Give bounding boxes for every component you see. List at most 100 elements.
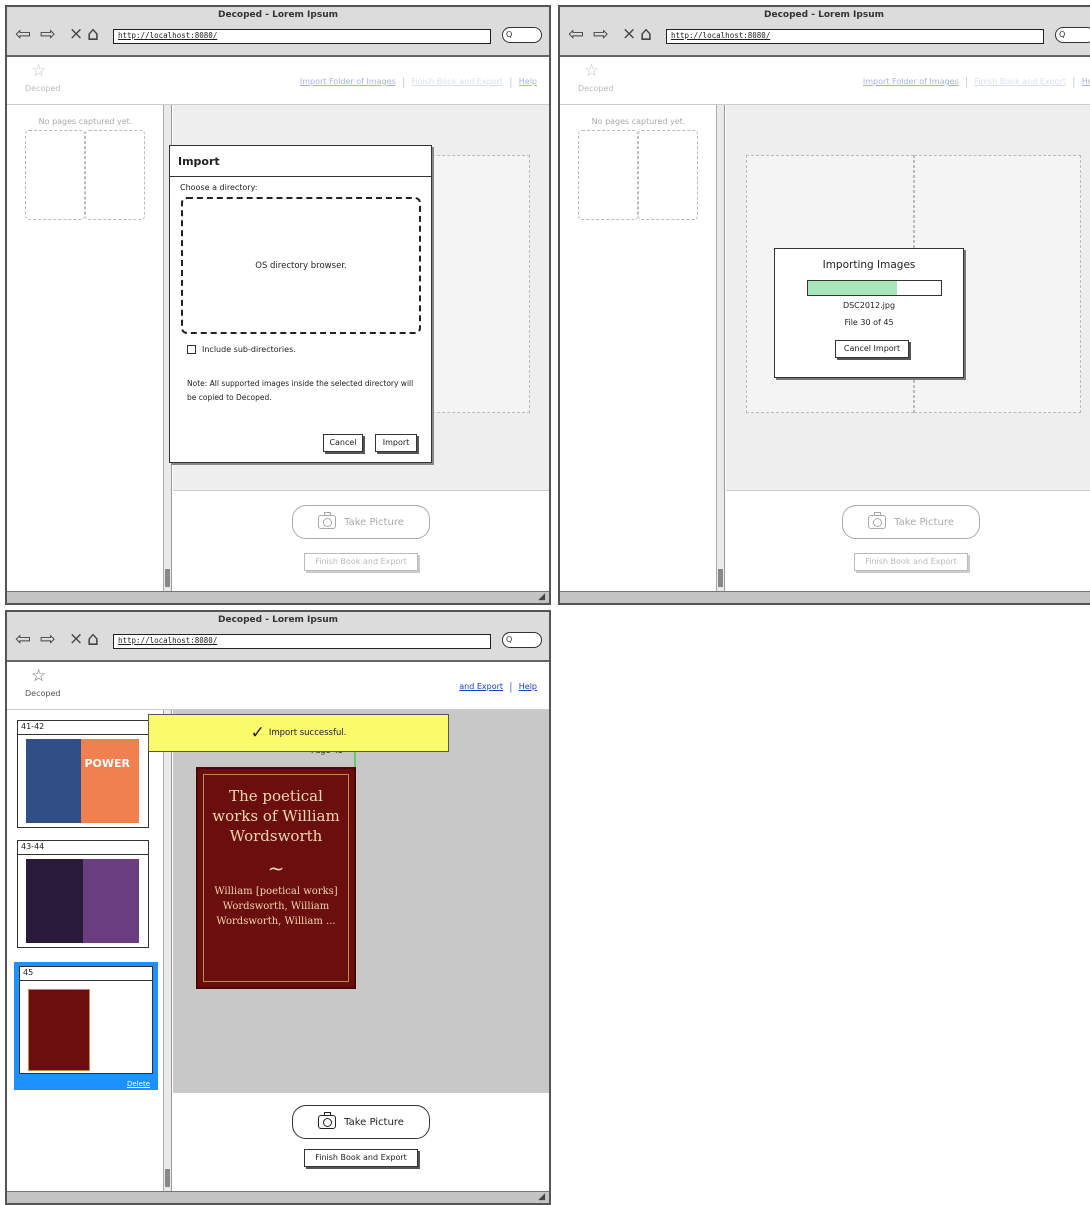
- search-box[interactable]: Q: [1055, 27, 1090, 43]
- page-sidebar: 41-42 POWER 43-44 45 Delete: [7, 710, 172, 1191]
- search-box[interactable]: Q: [502, 27, 542, 43]
- back-arrow-icon[interactable]: ⇦: [15, 24, 31, 44]
- empty-page-slot: [578, 130, 638, 220]
- search-box[interactable]: Q: [502, 632, 542, 648]
- thumbnail-card: 45: [19, 966, 153, 1074]
- browser-titlebar: Decoped - Lorem Ipsum ⇦ ⇨ × ⌂ http://loc…: [7, 612, 549, 662]
- stop-icon[interactable]: ×: [622, 24, 636, 44]
- import-note: Note: All supported images inside the se…: [187, 379, 414, 402]
- home-icon[interactable]: ⌂: [640, 24, 652, 44]
- finish-export-link[interactable]: Finish Book and Export: [411, 77, 503, 86]
- book-title: The poetical works of William Wordsworth: [212, 787, 340, 845]
- book-cover-image: [26, 859, 83, 943]
- import-folder-link[interactable]: Import Folder of Images: [300, 77, 396, 86]
- scrollbar-thumb[interactable]: [165, 569, 170, 587]
- file-count: File 30 of 45: [844, 318, 894, 327]
- cancel-import-button[interactable]: Cancel Import: [835, 340, 909, 358]
- capture-controls: Take Picture Finish Book and Export: [173, 1092, 549, 1191]
- directory-browser-placeholder: OS directory browser.: [255, 260, 347, 271]
- finish-export-link[interactable]: Finish Book and Export: [974, 77, 1066, 86]
- choose-directory-label: Choose a directory:: [180, 183, 258, 192]
- header-links: Import Folder of Images | Finish Book an…: [300, 75, 537, 88]
- capture-controls: Take Picture Finish Book and Export: [726, 490, 1090, 591]
- empty-page-slot: [25, 130, 85, 220]
- browser-window-progress: Decoped - Lorem Ipsum ⇦ ⇨ × ⌂ http://loc…: [558, 5, 1090, 605]
- url-bar[interactable]: http://localhost:8080/: [113, 29, 491, 44]
- include-subdirectories-option[interactable]: Include sub-directories.: [187, 345, 296, 354]
- home-icon[interactable]: ⌂: [87, 24, 99, 44]
- finish-book-button[interactable]: Finish Book and Export: [304, 1149, 418, 1167]
- resize-grip-icon[interactable]: ◢: [538, 1191, 545, 1203]
- page-canvas: Page 45 The poetical works of William Wo…: [173, 710, 549, 1092]
- camera-icon: [318, 1112, 337, 1129]
- app-name: Decoped: [578, 84, 614, 93]
- book-cover-image: POWER: [80, 739, 139, 823]
- scrollbar-thumb[interactable]: [718, 569, 723, 587]
- finish-book-button[interactable]: Finish Book and Export: [854, 553, 968, 571]
- thumbnail-card[interactable]: 43-44: [17, 840, 149, 948]
- take-picture-button[interactable]: Take Picture: [292, 1105, 430, 1139]
- empty-page-slot: [638, 130, 698, 220]
- take-picture-button[interactable]: Take Picture: [842, 505, 980, 539]
- book-ornament: ~: [267, 856, 285, 880]
- scrollbar-thumb[interactable]: [165, 1169, 170, 1187]
- thumbnail-card[interactable]: 41-42 POWER: [17, 720, 149, 828]
- book-cover-image: [28, 989, 90, 1071]
- app-header: ☆ Decoped and Export | Help ✓ Import suc…: [7, 662, 549, 752]
- thumbnail-label: 45: [20, 967, 152, 981]
- link-separator: |: [509, 75, 513, 88]
- forward-arrow-icon[interactable]: ⇨: [40, 629, 56, 649]
- take-picture-label: Take Picture: [344, 516, 404, 528]
- url-bar[interactable]: http://localhost:8080/: [113, 634, 491, 649]
- cancel-button[interactable]: Cancel: [323, 434, 363, 452]
- window-title: Decoped - Lorem Ipsum: [218, 615, 338, 625]
- delete-link[interactable]: Delete: [127, 1080, 150, 1088]
- star-logo-icon: ☆: [584, 61, 600, 81]
- window-title: Decoped - Lorem Ipsum: [764, 10, 884, 20]
- home-icon[interactable]: ⌂: [87, 629, 99, 649]
- book-cover-image: [82, 859, 139, 943]
- link-separator: |: [401, 75, 406, 88]
- back-arrow-icon[interactable]: ⇦: [15, 629, 31, 649]
- forward-arrow-icon[interactable]: ⇨: [40, 24, 56, 44]
- thumbnail-label: 43-44: [18, 841, 148, 855]
- forward-arrow-icon[interactable]: ⇨: [593, 24, 609, 44]
- current-filename: DSC2012.jpg: [842, 301, 896, 310]
- progress-fill: [808, 281, 897, 295]
- include-subdirectories-checkbox[interactable]: [187, 345, 196, 354]
- book-cover-preview: The poetical works of William Wordsworth…: [196, 767, 356, 989]
- stop-icon[interactable]: ×: [69, 629, 83, 649]
- take-picture-label: Take Picture: [894, 516, 954, 528]
- capture-controls: Take Picture Finish Book and Export: [173, 490, 549, 591]
- import-progress-bar: [807, 280, 942, 296]
- progress-title: Importing Images: [822, 259, 916, 271]
- help-link[interactable]: Help: [519, 77, 537, 86]
- help-link[interactable]: Help: [1082, 77, 1090, 86]
- empty-pages-message: No pages captured yet.: [591, 117, 686, 126]
- book-author: William [poetical works] Wordsworth, Wil…: [214, 886, 338, 927]
- take-picture-button[interactable]: Take Picture: [292, 505, 430, 539]
- camera-icon: [868, 512, 887, 529]
- import-button[interactable]: Import: [375, 434, 417, 452]
- importing-progress-dialog: Importing Images DSC2012.jpg File 30 of …: [774, 248, 964, 378]
- url-bar[interactable]: http://localhost:8080/: [666, 29, 1044, 44]
- sidebar-scrollbar[interactable]: [163, 710, 171, 1191]
- finish-book-button[interactable]: Finish Book and Export: [304, 553, 418, 571]
- app-name: Decoped: [25, 689, 61, 698]
- app-header: ☆ Decoped Import Folder of Images | Fini…: [7, 57, 549, 105]
- finish-export-link[interactable]: and Export: [459, 682, 503, 691]
- sidebar-scrollbar[interactable]: [716, 105, 724, 591]
- page-sidebar: No pages captured yet.: [7, 105, 172, 591]
- take-picture-label: Take Picture: [344, 1116, 404, 1128]
- import-folder-link[interactable]: Import Folder of Images: [863, 77, 959, 86]
- thumbnail-image: POWER: [26, 739, 139, 823]
- selected-thumbnail[interactable]: 45 Delete: [14, 962, 158, 1090]
- resize-grip-icon[interactable]: ◢: [538, 591, 545, 603]
- directory-browser[interactable]: OS directory browser.: [181, 197, 421, 334]
- help-link[interactable]: Help: [519, 682, 537, 691]
- thumbnail-image: [26, 859, 139, 943]
- thumbnail-label: 41-42: [18, 721, 148, 735]
- back-arrow-icon[interactable]: ⇦: [568, 24, 584, 44]
- stop-icon[interactable]: ×: [69, 24, 83, 44]
- star-logo-icon: ☆: [31, 666, 47, 686]
